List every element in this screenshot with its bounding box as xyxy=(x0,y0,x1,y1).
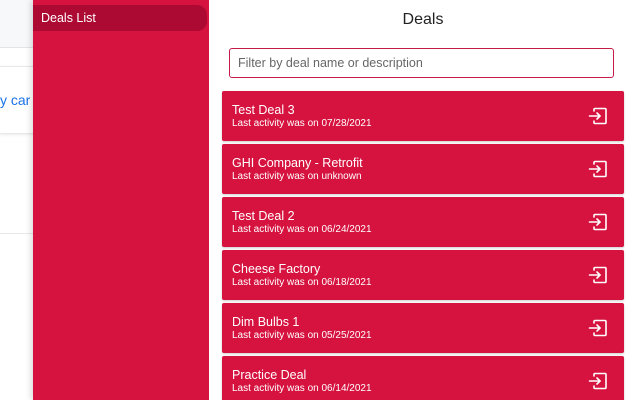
deal-last-activity: Last activity was on unknown xyxy=(232,171,362,182)
deal-name: Test Deal 2 xyxy=(232,209,295,223)
deal-last-activity: Last activity was on 06/14/2021 xyxy=(232,383,372,394)
deal-last-activity: Last activity was on 06/18/2021 xyxy=(232,277,372,288)
open-in-icon[interactable] xyxy=(588,319,608,337)
sidebar-item-deals-list[interactable]: Deals List xyxy=(33,5,207,31)
deal-list: Test Deal 3 Last activity was on 07/28/2… xyxy=(222,91,624,400)
page-title: Deals xyxy=(402,11,444,28)
main-content: Deals Test Deal 3 Last activity was on 0… xyxy=(209,0,640,400)
deal-name: Cheese Factory xyxy=(232,262,321,276)
open-in-icon[interactable] xyxy=(588,160,608,178)
sidebar: Deals List xyxy=(33,0,209,400)
open-in-icon[interactable] xyxy=(588,107,608,125)
open-in-icon[interactable] xyxy=(588,266,608,284)
deal-name: Dim Bulbs 1 xyxy=(232,315,300,329)
deal-card[interactable]: Cheese Factory Last activity was on 06/1… xyxy=(222,250,624,300)
deal-name: Practice Deal xyxy=(232,368,307,382)
host-link[interactable]: y car xyxy=(0,92,34,108)
deal-name: Test Deal 3 xyxy=(232,103,295,117)
deal-card[interactable]: Practice Deal Last activity was on 06/14… xyxy=(222,356,624,400)
open-in-icon[interactable] xyxy=(588,213,608,231)
open-in-icon[interactable] xyxy=(588,372,608,390)
deal-filter-input[interactable] xyxy=(229,48,614,78)
deal-last-activity: Last activity was on 05/25/2021 xyxy=(232,330,372,341)
deal-card[interactable]: Test Deal 3 Last activity was on 07/28/2… xyxy=(222,91,624,141)
deals-extension-panel: Deals List Deals Test Deal 3 Last activi… xyxy=(33,0,640,400)
deal-card[interactable]: GHI Company - Retrofit Last activity was… xyxy=(222,144,624,194)
deal-last-activity: Last activity was on 06/24/2021 xyxy=(232,224,372,235)
deal-card[interactable]: Dim Bulbs 1 Last activity was on 05/25/2… xyxy=(222,303,624,353)
deal-name: GHI Company - Retrofit xyxy=(232,156,363,170)
deal-card[interactable]: Test Deal 2 Last activity was on 06/24/2… xyxy=(222,197,624,247)
deal-last-activity: Last activity was on 07/28/2021 xyxy=(232,118,372,129)
